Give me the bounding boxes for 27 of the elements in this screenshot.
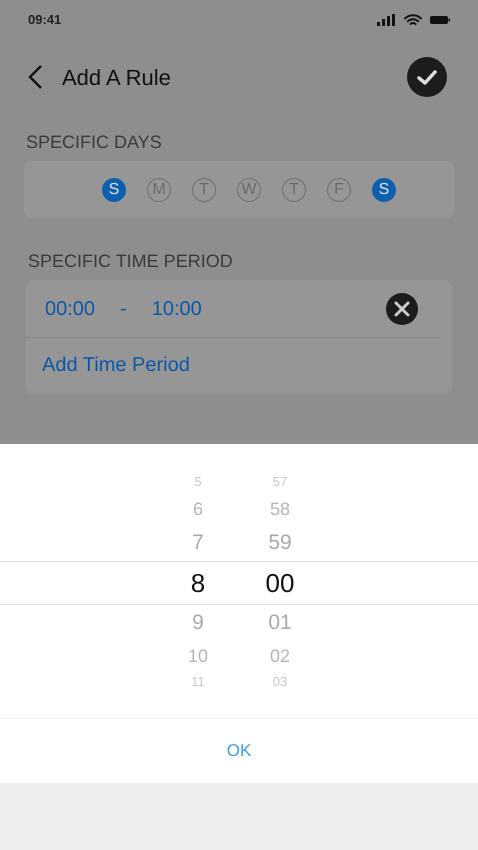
picker-option[interactable]: 01 (268, 605, 292, 641)
picker-option[interactable]: 59 (268, 525, 292, 561)
status-time: 09:41 (28, 11, 62, 30)
picker-option[interactable]: 58 (270, 493, 290, 525)
section-label: SPECIFIC TIME PERIOD (28, 250, 234, 272)
picker-option[interactable]: 7 (192, 525, 204, 561)
add-time-period-link[interactable]: Add Time Period (42, 350, 190, 380)
page-title: Add A Rule (62, 64, 171, 92)
day-toggle[interactable]: S (102, 178, 126, 202)
picker-option[interactable]: 6 (192, 493, 203, 525)
signal-icon (377, 14, 396, 26)
picker-option[interactable]: 8 (190, 561, 206, 605)
section-label: SPECIFIC DAYS (26, 131, 163, 153)
remove-icon[interactable] (386, 292, 418, 324)
start-time[interactable]: 00:00 (45, 294, 96, 324)
ok-button[interactable]: OK (210, 730, 268, 772)
back-icon[interactable] (26, 64, 44, 90)
picker-option[interactable]: 9 (192, 605, 204, 641)
picker-option[interactable]: 02 (270, 641, 290, 671)
time-separator: - (120, 296, 127, 322)
battery-icon (430, 15, 450, 25)
end-time[interactable]: 10:00 (152, 294, 202, 324)
confirm-check-icon[interactable] (407, 57, 447, 97)
picker-option[interactable]: 00 (266, 561, 294, 605)
day-toggle[interactable]: S (372, 178, 396, 202)
wifi-icon (404, 14, 422, 26)
picker-option[interactable]: 10 (188, 641, 208, 671)
